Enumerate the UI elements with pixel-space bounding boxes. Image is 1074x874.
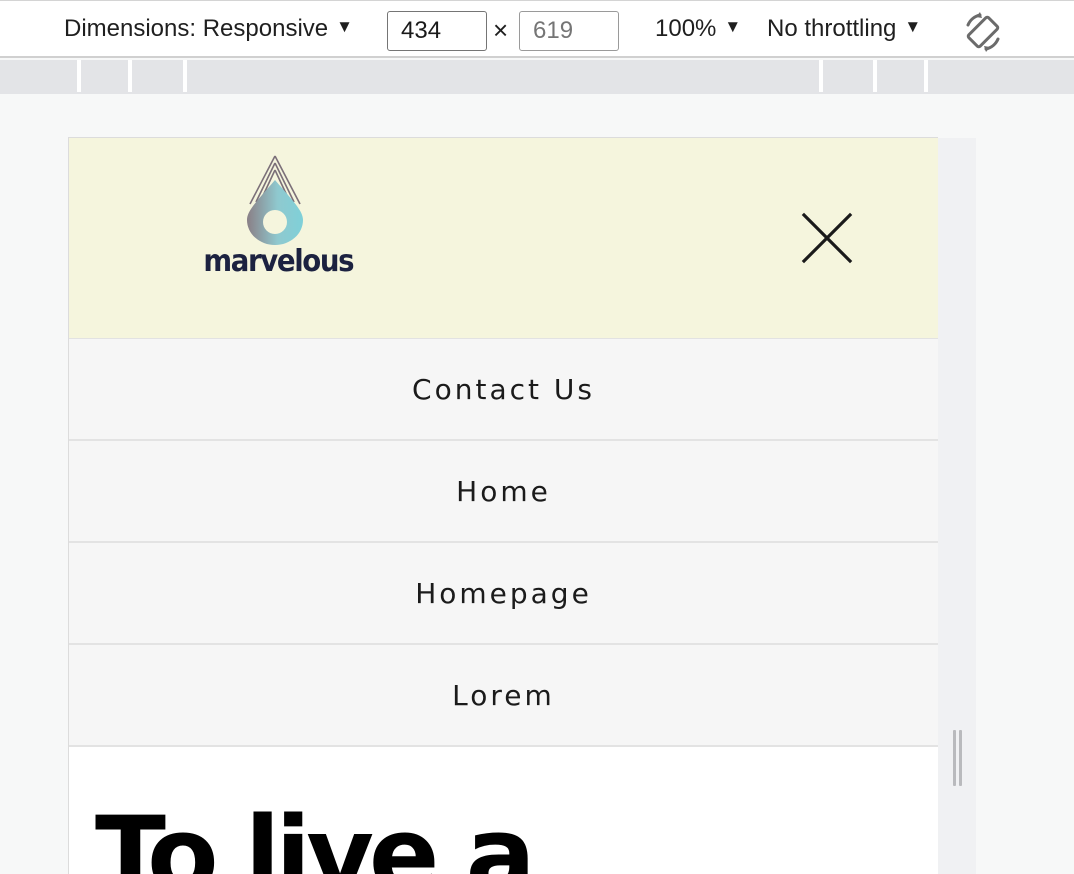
logo-wordmark: marvelous [203,244,354,279]
resize-handle[interactable] [951,730,965,786]
hero-heading: To live a [95,794,536,874]
rotate-icon[interactable] [962,11,1004,53]
mq-divider [819,60,823,92]
caret-down-icon: ▼ [724,17,742,36]
mq-divider [873,60,877,92]
caret-down-icon: ▼ [336,17,353,36]
dimensions-dropdown[interactable]: Dimensions: Responsive ▼ [64,1,353,57]
menu-item-lorem[interactable]: Lorem [69,645,938,747]
site-header: marvelous [69,138,938,339]
zoom-dropdown[interactable]: 100% ▼ [655,1,741,57]
menu-item-contact-us[interactable]: Contact Us [69,339,938,441]
height-input[interactable] [519,11,619,51]
throttling-label: No throttling [767,15,897,42]
devtools-device-toolbar: Dimensions: Responsive ▼ × 100% ▼ No thr… [0,0,1074,58]
menu-item-home[interactable]: Home [69,441,938,543]
times-sign: × [493,14,509,45]
throttling-dropdown[interactable]: No throttling ▼ [767,1,921,57]
close-menu-icon[interactable] [799,210,855,266]
water-drop-logo-icon [247,155,303,245]
site-logo[interactable]: marvelous [197,154,357,284]
zoom-label: 100% [655,15,717,42]
mq-divider [77,60,81,92]
emulated-viewport: marvelous Contact Us Home Homepage Lorem… [68,137,938,874]
dimensions-label: Dimensions: Responsive [64,15,329,42]
mq-divider [128,60,132,92]
mq-divider [924,60,928,92]
caret-down-icon: ▼ [904,17,922,36]
mq-divider [183,60,187,92]
width-input[interactable] [387,11,487,51]
media-query-bar[interactable] [0,60,1074,94]
mobile-nav-menu: Contact Us Home Homepage Lorem [69,339,938,747]
menu-item-homepage[interactable]: Homepage [69,543,938,645]
